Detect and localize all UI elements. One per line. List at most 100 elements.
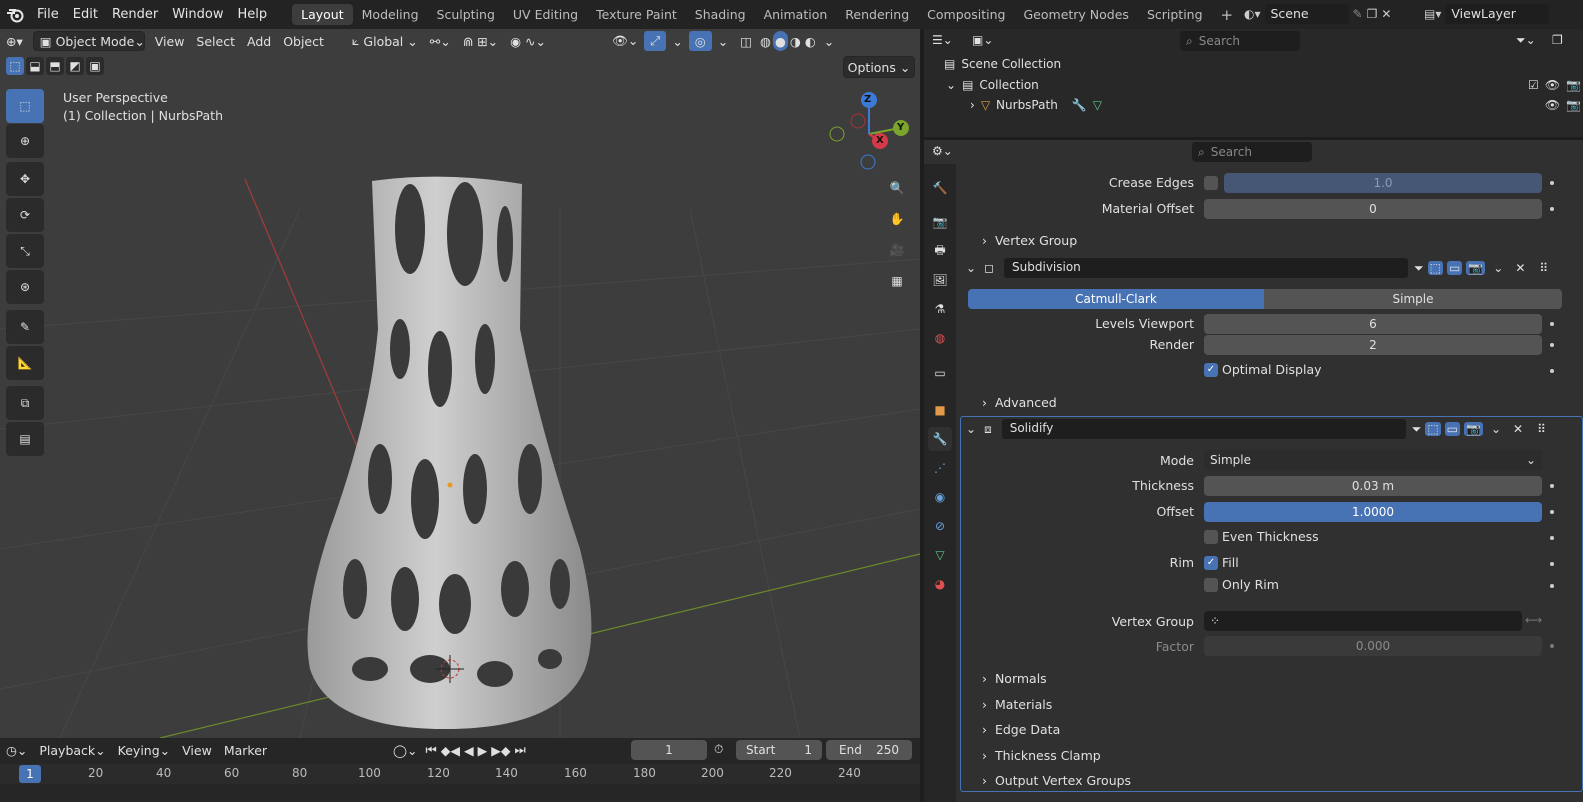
- outliner-search[interactable]: ⌕ Search: [1180, 31, 1300, 51]
- vertex-group-panel[interactable]: › Vertex Group: [982, 233, 1077, 248]
- next-keyframe-icon[interactable]: ▶◆: [489, 740, 512, 760]
- outliner-editor-icon[interactable]: ☰⌄: [932, 33, 953, 47]
- even-thickness-checkbox[interactable]: [1204, 530, 1218, 544]
- factor-field[interactable]: 0.000: [1204, 636, 1542, 656]
- view-layer-icon[interactable]: ▤▾: [1424, 7, 1441, 21]
- editor-type-icon[interactable]: ⊕▾: [0, 31, 29, 51]
- tab-geometry-nodes[interactable]: Geometry Nodes: [1015, 4, 1138, 25]
- zoom-button[interactable]: 🔍: [882, 173, 912, 203]
- select-extend-icon[interactable]: ⬓: [26, 57, 44, 75]
- menu-file[interactable]: File: [30, 7, 66, 22]
- tab-catmull-clark[interactable]: Catmull-Clark: [968, 289, 1264, 309]
- optimal-display-checkbox[interactable]: ✓: [1204, 363, 1218, 377]
- drag-handle-icon[interactable]: ⠿: [1539, 261, 1548, 275]
- new-collection-icon[interactable]: ❐: [1552, 33, 1563, 47]
- shading-wireframe-icon[interactable]: ◍: [758, 31, 773, 51]
- xray-icon[interactable]: ◫: [734, 31, 758, 51]
- transform-orientation-dropdown[interactable]: ⟀ Global ⌄: [346, 31, 424, 51]
- snap-icon[interactable]: ⋒ ⊞⌄: [457, 31, 504, 51]
- close-icon[interactable]: ✕: [1513, 422, 1523, 436]
- tab-simple[interactable]: Simple: [1264, 289, 1562, 309]
- thickness-clamp-panel[interactable]: › Thickness Clamp: [982, 748, 1101, 763]
- tab-physics[interactable]: ◉: [928, 485, 952, 509]
- tab-uv-editing[interactable]: UV Editing: [504, 4, 587, 25]
- auto-keying-icon[interactable]: ◯⌄: [387, 740, 423, 760]
- tab-shading[interactable]: Shading: [686, 4, 755, 25]
- tab-world[interactable]: ◍: [928, 326, 952, 350]
- jump-start-icon[interactable]: ⏮: [424, 740, 439, 760]
- materials-panel[interactable]: › Materials: [982, 697, 1052, 712]
- stopwatch-icon[interactable]: ⏱: [714, 742, 723, 757]
- tab-modifiers[interactable]: 🔧: [928, 427, 952, 451]
- camera-icon[interactable]: 📷: [1566, 78, 1581, 92]
- outliner-row-scene-collection[interactable]: ▤ Scene Collection: [944, 57, 1061, 71]
- advanced-panel[interactable]: › Advanced: [982, 395, 1057, 410]
- keyframe-dot[interactable]: [1550, 536, 1554, 540]
- pin-icon[interactable]: ✎: [1353, 7, 1363, 21]
- select-intersect-icon[interactable]: ▣: [86, 57, 104, 75]
- object-mode-dropdown[interactable]: ▣ Object Mode ⌄: [32, 31, 145, 51]
- tab-animation[interactable]: Animation: [755, 4, 837, 25]
- tab-render[interactable]: 📷: [928, 210, 952, 234]
- shading-chevron-icon[interactable]: ⌄: [818, 31, 840, 51]
- select-subtract-icon[interactable]: ⬒: [46, 57, 64, 75]
- shading-solid-icon[interactable]: ●: [772, 31, 788, 51]
- levels-viewport-field[interactable]: 6: [1204, 314, 1542, 334]
- render-display-icon[interactable]: 📷: [1464, 422, 1483, 436]
- modifier-menu-icon[interactable]: ⌄: [1491, 422, 1501, 436]
- render-levels-field[interactable]: 2: [1204, 335, 1542, 355]
- overlay-toggle-icon[interactable]: ◎: [688, 31, 712, 51]
- vertex-data-icon[interactable]: ▽: [1093, 98, 1102, 112]
- rim-fill-checkbox[interactable]: ✓: [1204, 556, 1218, 570]
- rotate-tool[interactable]: ⟳: [6, 198, 44, 232]
- edit-mode-icon[interactable]: ⏷: [1414, 261, 1424, 276]
- filter-icon[interactable]: ⏷⌄: [1516, 33, 1536, 48]
- modifier-menu-icon[interactable]: ⌄: [1493, 261, 1503, 275]
- crease-edges-checkbox[interactable]: [1204, 176, 1218, 190]
- annotate-tool[interactable]: ✎: [6, 310, 44, 344]
- menu-add[interactable]: Add: [241, 31, 277, 51]
- outliner-display-icon[interactable]: ▣⌄: [972, 33, 993, 47]
- keyframe-dot[interactable]: [1550, 584, 1554, 588]
- subdivision-modifier-header[interactable]: ⌄ ◻ Subdivision ⏷ ⬚ ▭ 📷 ⌄ ✕ ⠿: [960, 255, 1583, 281]
- add-cube-tool[interactable]: ⧉: [6, 386, 44, 420]
- scene-icon[interactable]: ◐▾: [1244, 7, 1261, 21]
- menu-edit[interactable]: Edit: [66, 7, 105, 22]
- select-box-tool[interactable]: ⬚: [6, 89, 44, 123]
- render-display-icon[interactable]: 📷: [1466, 261, 1486, 275]
- viewport-display-icon[interactable]: ▭: [1446, 261, 1463, 275]
- add-object-tool[interactable]: ▤: [6, 422, 44, 456]
- pan-button[interactable]: ✋: [882, 204, 912, 234]
- menu-window[interactable]: Window: [165, 7, 230, 22]
- on-cage-icon[interactable]: ⬚: [1427, 261, 1443, 275]
- transform-tool[interactable]: ⊛: [6, 270, 44, 304]
- close-icon[interactable]: ✕: [1515, 261, 1525, 275]
- tab-material[interactable]: ◕: [928, 572, 952, 596]
- jump-end-icon[interactable]: ⏭: [512, 740, 527, 760]
- tab-scene[interactable]: ⚗: [928, 297, 952, 321]
- play-icon[interactable]: ▶: [476, 740, 490, 760]
- add-workspace-button[interactable]: +: [1212, 3, 1243, 27]
- blender-logo-icon[interactable]: [0, 7, 30, 23]
- ruler-current-frame[interactable]: 1: [19, 765, 41, 783]
- tab-collection[interactable]: ▭: [928, 361, 952, 385]
- tab-compositing[interactable]: Compositing: [918, 4, 1014, 25]
- timeline-editor-icon[interactable]: ◷⌄: [0, 740, 33, 760]
- subdivision-name-field[interactable]: Subdivision: [1004, 258, 1409, 278]
- tab-particles[interactable]: ⋰: [928, 456, 952, 480]
- tab-sculpting[interactable]: Sculpting: [428, 4, 504, 25]
- drag-handle-icon[interactable]: ⠿: [1537, 422, 1546, 436]
- current-frame-field[interactable]: 1: [631, 740, 707, 760]
- vertex-group-field[interactable]: ⁘: [1204, 611, 1522, 631]
- edit-mode-icon[interactable]: ⏷: [1412, 422, 1422, 437]
- invert-vertex-group-icon[interactable]: ⟷: [1525, 613, 1542, 627]
- select-invert-icon[interactable]: ◩: [66, 57, 84, 75]
- keyframe-dot[interactable]: [1550, 207, 1554, 211]
- menu-view[interactable]: View: [149, 31, 191, 51]
- properties-editor-icon[interactable]: ⚙⌄: [932, 144, 953, 158]
- tab-modeling[interactable]: Modeling: [353, 4, 428, 25]
- keyframe-dot[interactable]: [1550, 484, 1554, 488]
- tab-texture-paint[interactable]: Texture Paint: [587, 4, 686, 25]
- tab-scripting[interactable]: Scripting: [1138, 4, 1212, 25]
- outliner-row-collection[interactable]: ⌄ ▤ Collection ☑ 👁 📷: [946, 78, 1581, 92]
